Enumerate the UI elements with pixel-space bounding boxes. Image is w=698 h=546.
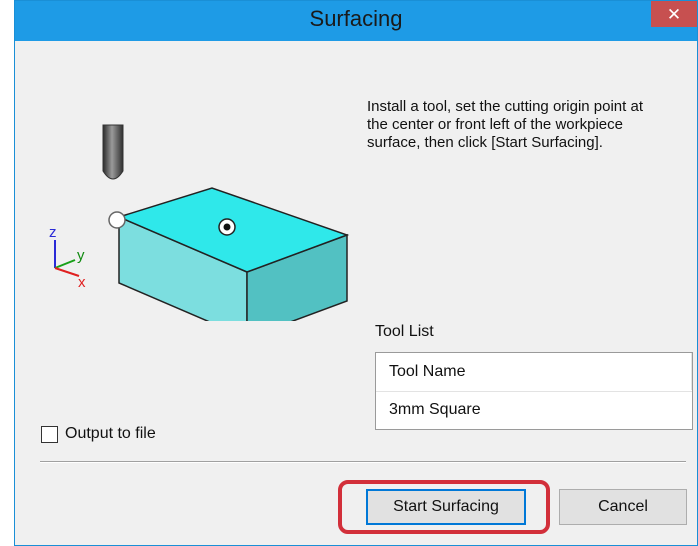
front-left-origin-marker xyxy=(108,211,126,229)
dialog-title: Surfacing xyxy=(309,6,403,31)
close-button[interactable]: ✕ xyxy=(651,1,697,27)
y-axis-label: y xyxy=(77,247,85,264)
center-origin-marker xyxy=(218,218,236,236)
tool-name-column-header[interactable]: Tool Name xyxy=(376,353,692,392)
axis-indicator: z y x xyxy=(49,224,86,291)
x-axis-label: x xyxy=(78,274,86,291)
instruction-text: Install a tool, set the cutting origin p… xyxy=(367,98,643,151)
cutting-tool-icon xyxy=(102,124,124,180)
workpiece-illustration: z y x xyxy=(49,124,350,321)
z-axis-label: z xyxy=(49,224,57,241)
y-axis-line xyxy=(54,259,76,269)
column-divider[interactable] xyxy=(691,353,692,390)
start-surfacing-button[interactable]: Start Surfacing xyxy=(366,489,526,525)
tool-row-name: 3mm Square xyxy=(389,401,481,418)
separator xyxy=(40,461,686,463)
dialog-body: z y x Install a tool, set the cutting or… xyxy=(15,41,697,545)
x-axis-line xyxy=(54,267,80,277)
output-to-file-option[interactable]: Output to file xyxy=(41,425,156,443)
title-bar: Surfacing ✕ xyxy=(15,1,697,41)
tool-list-label: Tool List xyxy=(375,323,434,340)
tool-list[interactable]: Tool Name 3mm Square xyxy=(375,352,693,430)
tool-row[interactable]: 3mm Square xyxy=(376,392,692,428)
surfacing-dialog: Surfacing ✕ z y x Install a tool, set th… xyxy=(14,0,698,546)
tool-name-header-text: Tool Name xyxy=(389,363,466,380)
output-to-file-label[interactable]: Output to file xyxy=(65,425,156,443)
workpiece-box xyxy=(116,187,350,321)
cancel-button[interactable]: Cancel xyxy=(559,489,687,525)
close-icon: ✕ xyxy=(666,4,682,24)
output-to-file-checkbox[interactable] xyxy=(41,425,58,443)
